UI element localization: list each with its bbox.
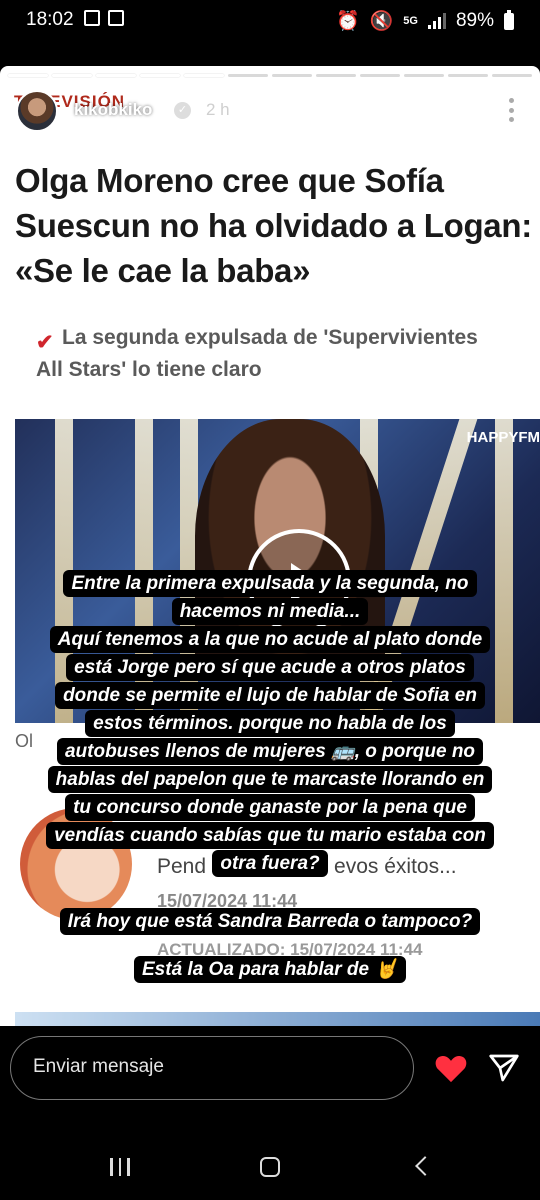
gallery-icon bbox=[84, 10, 100, 26]
network-label: 5G bbox=[403, 15, 418, 27]
mute-icon: 🔇 bbox=[369, 11, 394, 32]
story-username[interactable]: kikobkiko bbox=[74, 100, 152, 120]
status-time: 18:02 bbox=[26, 9, 74, 30]
check-icon: ✔ bbox=[36, 331, 54, 354]
story-caption: Entre la primera expulsada y la segunda,… bbox=[14, 570, 526, 878]
verified-icon: ✓ bbox=[174, 102, 191, 119]
send-message-input[interactable]: Enviar mensaje bbox=[10, 1036, 414, 1100]
status-bar: 18:02 ⏰ 🔇 5G 89% bbox=[0, 0, 540, 40]
system-navbar bbox=[0, 1135, 540, 1200]
send-icon[interactable] bbox=[488, 1052, 520, 1084]
alarm-icon: ⏰ bbox=[335, 11, 360, 32]
article-headline: Olga Moreno cree que Sofía Suescun no ha… bbox=[15, 162, 532, 289]
notification-icon bbox=[108, 10, 124, 26]
back-icon[interactable] bbox=[415, 1156, 435, 1176]
home-icon[interactable] bbox=[260, 1157, 280, 1177]
video-logo: HAPPYFM bbox=[466, 429, 540, 446]
recent-apps-icon[interactable] bbox=[110, 1158, 130, 1176]
avatar[interactable] bbox=[16, 90, 58, 132]
story-card[interactable]: TELEVISIÓN kikobkiko ✓ 2 h Olga Moreno c… bbox=[0, 66, 540, 1026]
more-options-icon[interactable] bbox=[508, 98, 514, 122]
battery-percent: 89% bbox=[455, 10, 494, 31]
ad-banner bbox=[15, 1012, 540, 1026]
story-caption-3: Está la Oa para hablar de 🤘 bbox=[14, 956, 526, 984]
heart-icon[interactable] bbox=[434, 1052, 468, 1084]
battery-icon bbox=[504, 9, 514, 30]
article-subtitle: La segunda expulsada de 'Supervivientes … bbox=[36, 326, 478, 381]
story-caption-2: Irá hoy que está Sandra Barreda o tampoc… bbox=[14, 908, 526, 936]
story-time-ago: 2 h bbox=[206, 100, 230, 119]
story-progress bbox=[8, 74, 532, 77]
signal-icon bbox=[427, 13, 446, 29]
